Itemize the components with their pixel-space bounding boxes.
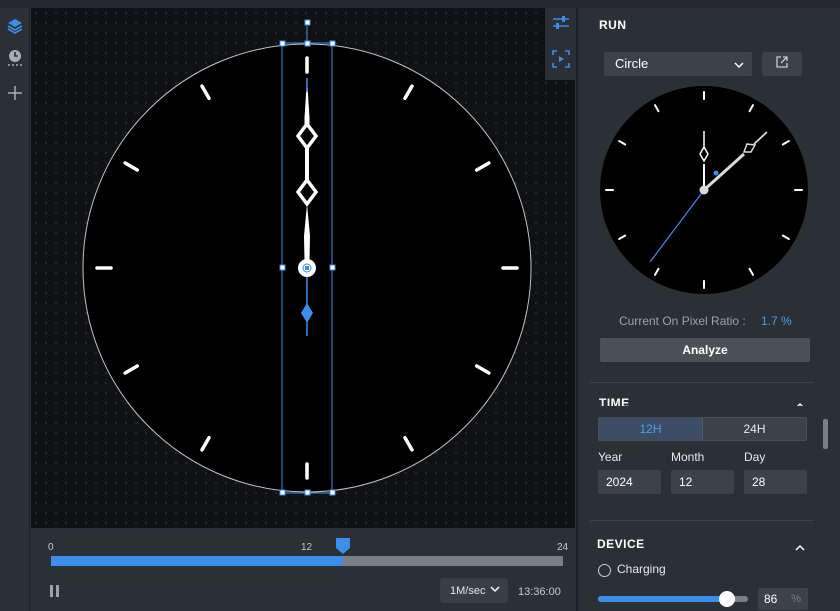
analyze-button[interactable]: Analyze bbox=[600, 338, 810, 362]
day-label: Day bbox=[744, 450, 766, 464]
mode-24h-button[interactable]: 24H bbox=[702, 418, 806, 440]
battery-slider-fill bbox=[598, 596, 727, 602]
hour-mode-toggle: 12H 24H bbox=[598, 417, 807, 441]
top-bar bbox=[0, 0, 840, 8]
left-toolbar bbox=[0, 8, 30, 611]
plus-icon[interactable] bbox=[5, 83, 25, 103]
timeline-scrubber[interactable] bbox=[335, 538, 350, 554]
timeline: 0 12 24 1M/sec 13:36:00 bbox=[31, 528, 576, 611]
battery-input[interactable]: 86 % bbox=[758, 588, 808, 610]
battery-value: 86 bbox=[764, 592, 778, 606]
day-field[interactable]: 28 bbox=[744, 470, 807, 494]
timeline-end-label: 24 bbox=[557, 542, 569, 553]
sliders-icon[interactable] bbox=[552, 15, 570, 36]
panel-scrollbar[interactable] bbox=[823, 419, 828, 449]
external-link-icon bbox=[776, 55, 788, 73]
month-label: Month bbox=[671, 450, 705, 464]
speed-value: 1M/sec bbox=[450, 584, 486, 597]
device-title: DEVICE bbox=[597, 537, 645, 551]
timeline-mid-label: 12 bbox=[301, 542, 313, 553]
editor-canvas[interactable] bbox=[31, 8, 575, 528]
shape-select-value: Circle bbox=[615, 56, 649, 71]
current-time: 13:36:00 bbox=[518, 586, 561, 598]
chevron-down-icon bbox=[734, 58, 744, 73]
chevron-up-icon[interactable] bbox=[795, 397, 805, 406]
charging-radio[interactable] bbox=[598, 564, 611, 577]
battery-unit: % bbox=[791, 593, 801, 605]
time-title: TIME bbox=[599, 396, 630, 406]
battery-slider-handle[interactable] bbox=[719, 591, 735, 607]
timeline-progress bbox=[51, 556, 343, 566]
year-field[interactable]: 2024 bbox=[598, 470, 661, 494]
rotate-handle[interactable] bbox=[304, 19, 311, 26]
open-external-button[interactable] bbox=[762, 52, 802, 76]
battery-slider[interactable] bbox=[598, 591, 748, 607]
shape-select[interactable]: Circle bbox=[604, 52, 752, 76]
chevron-down-icon bbox=[490, 584, 500, 597]
speed-select[interactable]: 1M/sec bbox=[440, 578, 508, 603]
preview-icon[interactable] bbox=[552, 50, 570, 73]
history-icon[interactable] bbox=[5, 48, 25, 68]
mode-12h-button[interactable]: 12H bbox=[599, 418, 702, 440]
tool-strip bbox=[545, 8, 577, 80]
section-divider bbox=[590, 520, 814, 521]
charging-label: Charging bbox=[617, 562, 666, 576]
time-section-header[interactable]: TIME bbox=[578, 394, 818, 406]
layers-icon[interactable] bbox=[5, 16, 25, 36]
section-divider bbox=[590, 382, 814, 383]
pixel-ratio-label: Current On Pixel Ratio : bbox=[619, 314, 746, 328]
pause-icon[interactable] bbox=[49, 585, 61, 597]
run-panel: RUN Circle Current On Pixel Ratio : 1.7 … bbox=[578, 8, 840, 611]
run-title: RUN bbox=[599, 18, 627, 32]
chevron-up-icon[interactable] bbox=[795, 539, 805, 557]
pixel-ratio-value: 1.7 % bbox=[761, 314, 792, 328]
watch-face-canvas[interactable] bbox=[31, 8, 575, 528]
month-field[interactable]: 12 bbox=[671, 470, 734, 494]
timeline-track[interactable] bbox=[51, 556, 563, 566]
timeline-start-label: 0 bbox=[48, 542, 54, 553]
watch-preview bbox=[600, 86, 808, 294]
year-label: Year bbox=[598, 450, 623, 464]
